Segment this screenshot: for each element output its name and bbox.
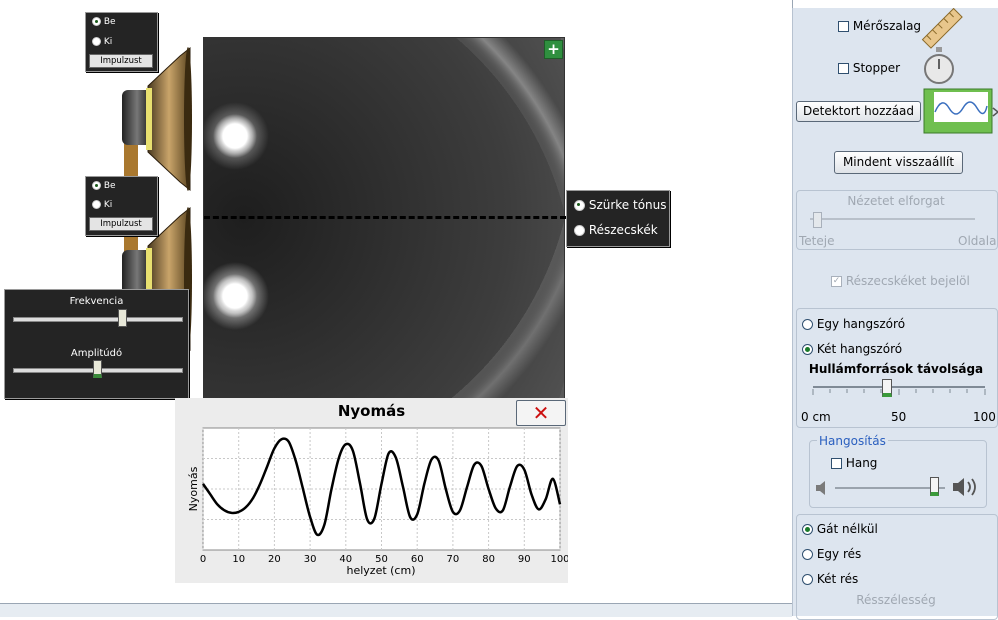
volume-slider-thumb[interactable] (929, 477, 939, 496)
speaker1-off-label: Ki (103, 37, 113, 47)
distance-title: Hullámforrások távolsága (808, 362, 984, 376)
source-bottom-glow (213, 274, 257, 318)
frequency-amplitude-panel: Frekvencia Amplitúdó (4, 289, 189, 399)
pressure-chart: 0 10 20 30 40 50 60 70 80 90 100 helyzet (cm) Nyom… (187, 427, 568, 577)
speaker2-controls: Be Ki Impulzust (85, 176, 158, 236)
tape-label: Mérőszalag (852, 19, 922, 33)
zoom-plus-icon[interactable]: + (544, 40, 563, 59)
pressure-probe-line[interactable] (204, 216, 566, 219)
view-mode-box: Szürke tónus Részecskék (566, 190, 670, 247)
stopwatch-label: Stopper (852, 61, 901, 75)
distance-max-label: 100 (973, 410, 996, 424)
sound-label: Hang (845, 456, 878, 470)
speaker2-on-radio[interactable]: Be (92, 181, 116, 191)
speaker1-off-radio[interactable]: Ki (92, 37, 112, 47)
view-particles-label: Részecskék (588, 223, 658, 237)
stopwatch-icon (924, 47, 954, 84)
volume-low-icon (816, 481, 825, 495)
speaker2-pulse-button[interactable]: Impulzust (89, 217, 153, 231)
control-panel: Mérőszalag Stopper Detektort hozzáad Min… (792, 8, 998, 620)
rotate-right-label: Oldala (958, 234, 997, 248)
chart-x-tick-label: 30 (304, 554, 317, 565)
chart-y-axis-label: Nyomás (187, 466, 200, 511)
chart-x-tick-label: 70 (447, 554, 460, 565)
frequency-slider-thumb[interactable] (117, 309, 127, 327)
source-top-glow (213, 114, 257, 158)
one-slit-radio[interactable]: Egy rés (802, 547, 861, 561)
speaker1-on-label: Be (103, 17, 116, 27)
distance-mid-label: 50 (891, 410, 907, 424)
tape-checkbox[interactable]: Mérőszalag (838, 19, 921, 33)
no-barrier-label: Gát nélkül (816, 522, 878, 536)
frequency-label: Frekvencia (69, 296, 124, 307)
ruler-icon (921, 8, 963, 49)
rotate-slider-thumb[interactable] (813, 212, 822, 228)
chart-x-axis-label: helyzet (cm) (346, 564, 415, 577)
pressure-chart-panel: Nyomás ✕ 0 10 20 30 40 50 60 70 80 90 100 helyzet … (175, 398, 568, 583)
slit-width-label: Résszélesség (856, 593, 936, 607)
two-slits-label: Két rés (816, 572, 859, 586)
reset-all-button[interactable]: Mindent visszaállít (834, 151, 963, 174)
one-slit-label: Egy rés (816, 547, 862, 561)
volume-high-icon (953, 478, 976, 496)
sound-checkbox[interactable]: Hang (831, 456, 877, 470)
stopwatch-checkbox[interactable]: Stopper (838, 61, 900, 75)
amplitude-label: Amplitúdó (70, 348, 123, 359)
rotate-slider-track[interactable] (810, 218, 975, 220)
chart-x-tick-label: 90 (518, 554, 531, 565)
chart-x-tick-label: 20 (268, 554, 281, 565)
view-gray-radio[interactable]: Szürke tónus (574, 198, 667, 212)
speaker2-off-radio[interactable]: Ki (92, 200, 112, 210)
frequency-track[interactable] (13, 317, 183, 322)
chart-x-tick-label: 10 (232, 554, 245, 565)
amplitude-slider-thumb[interactable] (92, 360, 102, 378)
volume-slider-track[interactable] (835, 487, 945, 489)
distance-slider-track[interactable] (813, 386, 985, 388)
two-slits-radio[interactable]: Két rés (802, 572, 858, 586)
chart-x-tick-label: 80 (482, 554, 495, 565)
one-speaker-label: Egy hangszóró (816, 317, 906, 331)
speaker2-on-label: Be (103, 181, 116, 191)
view-gray-label: Szürke tónus (588, 198, 667, 212)
chart-x-tick-label: 0 (200, 554, 206, 565)
rotate-left-label: Teteje (799, 234, 835, 248)
view-particles-radio[interactable]: Részecskék (574, 223, 658, 237)
distance-slider-thumb[interactable] (881, 379, 892, 397)
chart-x-tick-label: 100 (550, 554, 568, 565)
speaker1-controls: Be Ki Impulzust (85, 12, 158, 72)
distance-ticks (812, 389, 986, 395)
mark-particles-checkbox[interactable]: ✓ Részecskéket bejelöl (831, 274, 970, 288)
speaker1-on-radio[interactable]: Be (92, 17, 116, 27)
one-speaker-radio[interactable]: Egy hangszóró (802, 317, 905, 331)
two-speakers-radio[interactable]: Két hangszóró (802, 342, 902, 356)
two-speakers-label: Két hangszóró (816, 342, 903, 356)
audio-title: Hangosítás (817, 434, 888, 448)
distance-min-label: 0 cm (801, 410, 831, 424)
bottom-strip (0, 603, 792, 617)
mark-particles-label: Részecskéket bejelöl (845, 274, 970, 288)
speaker2-off-label: Ki (103, 200, 113, 210)
no-barrier-radio[interactable]: Gát nélkül (802, 522, 878, 536)
add-detector-button[interactable]: Detektort hozzáad (796, 101, 921, 122)
detector-chart-icon (923, 88, 998, 134)
rotate-view-title: Nézetet elforgat (847, 194, 945, 208)
speaker1-pulse-button[interactable]: Impulzust (89, 54, 153, 68)
